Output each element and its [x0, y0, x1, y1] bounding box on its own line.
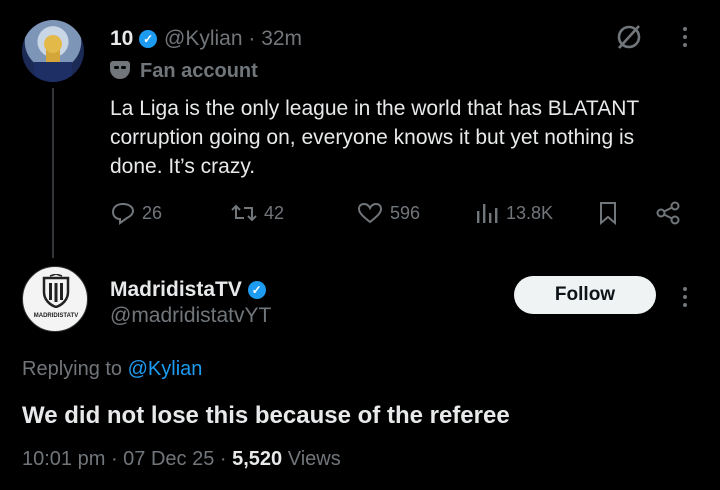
fan-account-label: Fan account — [140, 60, 258, 82]
replying-prefix: Replying to — [22, 358, 123, 380]
like-icon — [357, 202, 383, 224]
thread-line — [52, 88, 54, 258]
author-name[interactable]: 10 — [110, 27, 133, 50]
author-name-row: 10 ✓ — [110, 27, 158, 51]
views-icon — [477, 204, 498, 223]
crest-logo — [42, 274, 70, 308]
fan-account-badge: Fan account — [110, 60, 258, 83]
repost-count: 42 — [264, 202, 285, 223]
reply-text: We did not lose this because of the refe… — [22, 402, 510, 429]
avatar-wordmark: MADRIDISTATV — [33, 313, 79, 319]
replying-to: Replying to @Kylian — [22, 358, 202, 381]
verified-icon: ✓ — [139, 30, 158, 49]
reply-author-name[interactable]: MadridistaTV — [110, 278, 242, 301]
reply-icon — [111, 202, 135, 225]
avatar-madridistatv[interactable]: MADRIDISTATV — [22, 266, 88, 332]
bookmark-icon[interactable] — [596, 200, 620, 226]
reply-action[interactable]: 26 — [110, 200, 162, 226]
avatar-kylian[interactable] — [22, 20, 84, 82]
separator-dot: · — [110, 448, 124, 470]
reply-views-count[interactable]: 5,520 — [232, 448, 282, 470]
views-action[interactable]: 13.8K — [474, 200, 553, 226]
reply-views-label: Views — [287, 448, 341, 470]
separator-dot: · — [248, 27, 262, 50]
replying-handle-link[interactable]: @Kylian — [128, 358, 203, 380]
reply-meta: 10:01 pm · 07 Dec 25 · 5,520 Views — [22, 448, 341, 471]
author-handle-row: @Kylian · 32m — [164, 27, 302, 51]
reply-author-handle[interactable]: @madridistatvYT — [110, 304, 271, 328]
reply-count: 26 — [142, 202, 163, 223]
share-icon[interactable] — [654, 200, 682, 226]
like-count: 596 — [390, 202, 421, 223]
fan-mask-icon — [110, 61, 130, 79]
reply-author-row: MadridistaTV ✓ — [110, 278, 266, 302]
reply-date[interactable]: 07 Dec 25 — [123, 448, 214, 470]
views-count: 13.8K — [506, 202, 554, 223]
grok-icon[interactable] — [614, 22, 644, 57]
repost-action[interactable]: 42 — [230, 200, 284, 226]
more-icon[interactable] — [676, 24, 694, 55]
like-action[interactable]: 596 — [356, 200, 420, 226]
separator-dot: · — [219, 448, 233, 470]
follow-button[interactable]: Follow — [514, 276, 656, 314]
repost-icon — [231, 204, 257, 222]
reply-time[interactable]: 10:01 pm — [22, 448, 105, 470]
more-icon[interactable] — [676, 284, 694, 315]
tweet-text: La Liga is the only league in the world … — [110, 97, 639, 178]
author-handle[interactable]: @Kylian — [164, 27, 243, 50]
verified-icon: ✓ — [247, 281, 266, 300]
tweet-time[interactable]: 32m — [261, 27, 302, 50]
